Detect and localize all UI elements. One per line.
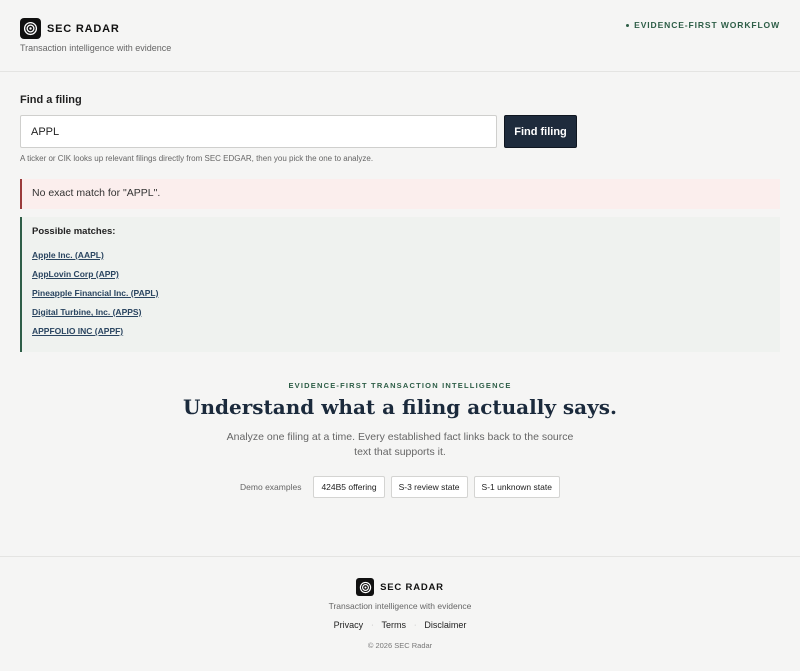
match-link[interactable]: AppLovin Corp (APP) — [32, 269, 780, 279]
workflow-badge: EVIDENCE-FIRST WORKFLOW — [626, 20, 780, 30]
brand-name: SEC RADAR — [47, 22, 120, 35]
search-input[interactable] — [20, 115, 497, 148]
find-filing-label: Find a filing — [20, 94, 82, 106]
match-link[interactable]: Digital Turbine, Inc. (APPS) — [32, 307, 780, 317]
possible-matches-panel: Possible matches: Apple Inc. (AAPL) AppL… — [20, 217, 780, 352]
matches-title: Possible matches: — [32, 226, 116, 237]
match-link[interactable]: APPFOLIO INC (APPF) — [32, 326, 780, 336]
demo-examples: Demo examples 424B5 offering S-3 review … — [0, 476, 800, 498]
footer-brand[interactable]: SEC RADAR — [0, 578, 800, 596]
site-header: SEC RADAR Transaction intelligence with … — [0, 0, 800, 72]
alert-message: No exact match for "APPL". — [32, 187, 161, 199]
hero-subtitle: Analyze one filing at a time. Every esta… — [226, 431, 574, 458]
privacy-link[interactable]: Privacy — [334, 620, 364, 630]
separator-dot: · — [414, 621, 417, 629]
workflow-label: EVIDENCE-FIRST WORKFLOW — [634, 20, 780, 30]
radar-target-icon — [20, 18, 41, 39]
disclaimer-link[interactable]: Disclaimer — [424, 620, 466, 630]
match-link[interactable]: Pineapple Financial Inc. (PAPL) — [32, 288, 780, 298]
separator-dot: · — [371, 621, 374, 629]
no-match-alert: No exact match for "APPL". — [20, 179, 780, 209]
search-help-text: A ticker or CIK looks up relevant filing… — [20, 154, 374, 163]
copyright: © 2026 SEC Radar — [367, 641, 433, 650]
radar-target-icon — [356, 578, 375, 596]
demo-label: Demo examples — [240, 482, 302, 492]
footer-links: Privacy · Terms · Disclaimer — [0, 620, 800, 630]
footer-tagline: Transaction intelligence with evidence — [328, 601, 472, 611]
hero-title: Understand what a filing actually says. — [183, 395, 617, 419]
site-footer: SEC RADAR Transaction intelligence with … — [0, 556, 800, 671]
status-dot-icon — [626, 23, 630, 27]
brand[interactable]: SEC RADAR — [20, 18, 120, 39]
footer-brand-name: SEC RADAR — [380, 581, 444, 593]
demo-s1-button[interactable]: S-1 unknown state — [473, 476, 560, 498]
hero-eyebrow: EVIDENCE-FIRST TRANSACTION INTELLIGENCE — [288, 381, 512, 390]
terms-link[interactable]: Terms — [382, 620, 407, 630]
demo-s3-button[interactable]: S-3 review state — [390, 476, 468, 498]
brand-tagline: Transaction intelligence with evidence — [20, 43, 172, 53]
match-link[interactable]: Apple Inc. (AAPL) — [32, 250, 780, 260]
demo-424b5-button[interactable]: 424B5 offering — [313, 476, 385, 498]
find-filing-button[interactable]: Find filing — [504, 115, 577, 148]
